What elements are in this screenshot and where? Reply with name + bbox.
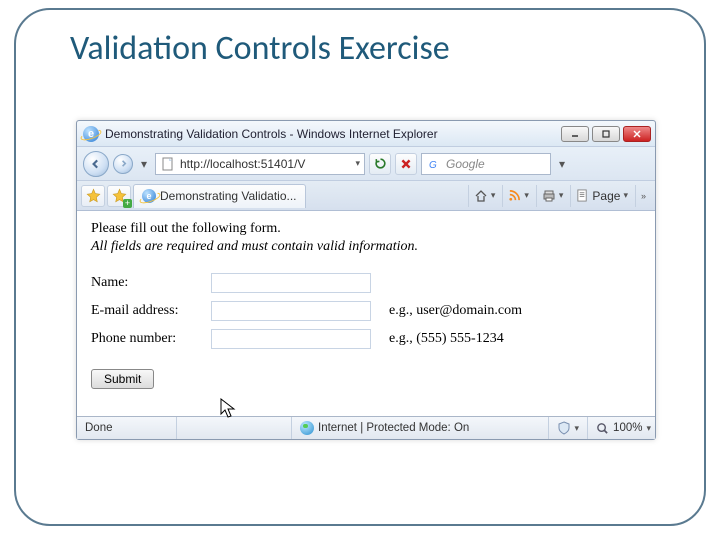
- shield-icon: [557, 421, 571, 435]
- address-bar[interactable]: http://localhost:51401/V ▾: [155, 153, 365, 175]
- forward-button[interactable]: [113, 154, 133, 174]
- address-dropdown-icon[interactable]: ▾: [355, 158, 360, 169]
- window-titlebar: e Demonstrating Validation Controls - Wi…: [77, 121, 655, 147]
- search-provider-icon: G: [426, 156, 442, 172]
- phone-label: Phone number:: [91, 331, 211, 347]
- close-button[interactable]: [623, 126, 651, 142]
- home-button[interactable]: ▾: [468, 185, 501, 207]
- add-favorite-button[interactable]: +: [107, 185, 131, 207]
- feeds-button[interactable]: ▾: [502, 185, 534, 207]
- toolbar-overflow-button[interactable]: »: [635, 185, 651, 207]
- security-status[interactable]: ▾: [549, 417, 589, 439]
- instruction-main: Please fill out the following form.: [91, 221, 641, 237]
- tab-title: Demonstrating Validatio...: [160, 189, 297, 203]
- chevron-down-icon: ▾: [575, 423, 580, 434]
- minimize-button[interactable]: [561, 126, 589, 142]
- status-bar: Done Internet | Protected Mode: On ▾ 100…: [77, 417, 655, 439]
- search-dropdown[interactable]: ▾: [555, 154, 569, 174]
- chevron-down-icon: ▾: [491, 190, 496, 201]
- page-menu-label: Page: [592, 189, 620, 203]
- status-zone-text: Internet | Protected Mode: On: [318, 422, 469, 434]
- window-title: Demonstrating Validation Controls - Wind…: [105, 127, 561, 141]
- status-done: Done: [77, 417, 177, 439]
- page-content: Please fill out the following form. All …: [77, 211, 655, 417]
- chevron-down-icon: ▾: [524, 190, 529, 201]
- nav-history-dropdown[interactable]: ▾: [137, 154, 151, 174]
- url-text: http://localhost:51401/V: [180, 157, 351, 171]
- chevrons-icon: »: [641, 191, 646, 201]
- chevron-down-icon: ▾: [646, 423, 651, 434]
- active-tab[interactable]: e Demonstrating Validatio...: [133, 184, 306, 208]
- phone-hint: e.g., (555) 555-1234: [389, 331, 504, 347]
- tab-bar: + e Demonstrating Validatio... ▾ ▾ ▾ Pa: [77, 181, 655, 211]
- slide-title: Validation Controls Exercise: [70, 28, 450, 69]
- chevron-down-icon: ▾: [623, 190, 628, 201]
- email-input[interactable]: [211, 301, 371, 321]
- stop-button[interactable]: [395, 153, 417, 175]
- print-button[interactable]: ▾: [536, 185, 569, 207]
- page-menu-button[interactable]: Page ▾: [570, 185, 633, 207]
- chevron-down-icon: ▾: [559, 190, 564, 201]
- zoom-control[interactable]: 100% ▾: [588, 417, 655, 439]
- favorites-button[interactable]: [81, 185, 105, 207]
- search-box[interactable]: G Google: [421, 153, 551, 175]
- magnifier-icon: [596, 422, 609, 435]
- email-hint: e.g., user@domain.com: [389, 303, 522, 319]
- back-button[interactable]: [83, 151, 109, 177]
- navigation-bar: ▾ http://localhost:51401/V ▾ G Google ▾: [77, 147, 655, 181]
- ie-logo-icon: e: [83, 126, 99, 142]
- email-label: E-mail address:: [91, 303, 211, 319]
- refresh-button[interactable]: [369, 153, 391, 175]
- instruction-sub: All fields are required and must contain…: [91, 239, 641, 255]
- name-input[interactable]: [211, 273, 371, 293]
- submit-button[interactable]: Submit: [91, 369, 154, 389]
- ie-window: e Demonstrating Validation Controls - Wi…: [76, 120, 656, 440]
- tab-favicon: e: [142, 189, 156, 203]
- zoom-value: 100%: [613, 422, 642, 434]
- search-placeholder: Google: [446, 157, 485, 171]
- svg-text:G: G: [429, 160, 437, 170]
- phone-input[interactable]: [211, 329, 371, 349]
- status-empty: [177, 417, 292, 439]
- maximize-button[interactable]: [592, 126, 620, 142]
- name-label: Name:: [91, 275, 211, 291]
- page-icon: [160, 156, 176, 172]
- internet-zone-icon: [300, 421, 314, 435]
- slide-frame: Validation Controls Exercise e Demonstra…: [14, 8, 706, 526]
- status-zone: Internet | Protected Mode: On: [292, 417, 549, 439]
- plus-icon: +: [123, 199, 132, 208]
